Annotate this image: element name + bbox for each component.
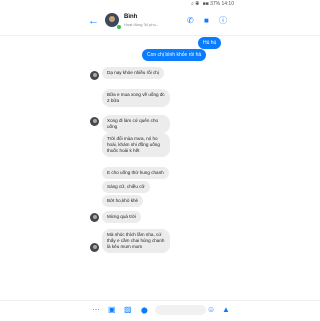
info-icon[interactable]: ⓘ [219, 15, 227, 26]
contact-status: Hoạt động 34 phú... [124, 22, 160, 27]
status-icons: ⌕ ◉ [191, 1, 200, 7]
message-bubble-in[interactable]: Mừng quá trời [102, 211, 142, 223]
message-bubble-in[interactable]: Dạ nay khỏe nhiều rồi chị [102, 67, 164, 79]
battery-level: 37% [210, 1, 221, 7]
more-icon[interactable]: ⋯ [92, 305, 100, 314]
back-arrow-icon[interactable]: ← [88, 14, 99, 28]
emoji-icon[interactable]: ☺ [207, 305, 215, 314]
sender-avatar [90, 243, 99, 252]
mic-icon[interactable]: ⬤ [141, 307, 148, 314]
chat-header: ← Bình Hoạt động 34 phú... ✆ ■ ⓘ [0, 9, 320, 35]
video-call-icon[interactable]: ■ [204, 16, 209, 25]
message-bubble-in[interactable]: Mà nhóc thích lắm nha, cứ thấy e cầm cha… [102, 229, 170, 253]
message-input[interactable] [155, 305, 206, 315]
composer-bar: ⋯ ▣ ▨ ⬤ ☺ ▲ [0, 300, 320, 321]
contact-name[interactable]: Bình [124, 14, 137, 20]
message-bubble-out[interactable]: Con chị bình khỏe rồi hả [142, 49, 207, 61]
online-indicator [116, 24, 122, 30]
sender-avatar [90, 71, 99, 80]
sender-avatar [90, 213, 99, 222]
phone-icon[interactable]: ✆ [187, 16, 194, 25]
camera-icon[interactable]: ▣ [108, 305, 116, 314]
status-bar: ⌕ ◉ ■■ 37% 14:10 [0, 0, 320, 9]
message-bubble-in[interactable]: Trời đổi mùa mưa, nó ho hoài, khám nhi đ… [102, 133, 170, 157]
message-bubble-in[interactable]: Xong đi làm cứ quên cho uống [102, 115, 170, 133]
clock: 14:10 [221, 1, 234, 7]
message-list: Hú hú Con chị bình khỏe rồi hả Dạ nay kh… [0, 35, 320, 297]
sender-avatar [90, 117, 99, 126]
signal-icon: ■■ [202, 1, 209, 7]
like-icon[interactable]: ▲ [222, 305, 230, 314]
message-bubble-out[interactable]: Hú hú [198, 37, 222, 49]
gallery-icon[interactable]: ▨ [124, 305, 132, 314]
message-bubble-in[interactable]: Sáng cữ, chiều cữ [102, 181, 150, 193]
message-bubble-in[interactable]: E cho uống thử hung chanh [102, 167, 169, 179]
message-bubble-in[interactable]: Bớt ho,khò khè [102, 195, 144, 207]
message-bubble-in[interactable]: Bữa e mua xong về uống đc 2 bữa [102, 89, 170, 107]
